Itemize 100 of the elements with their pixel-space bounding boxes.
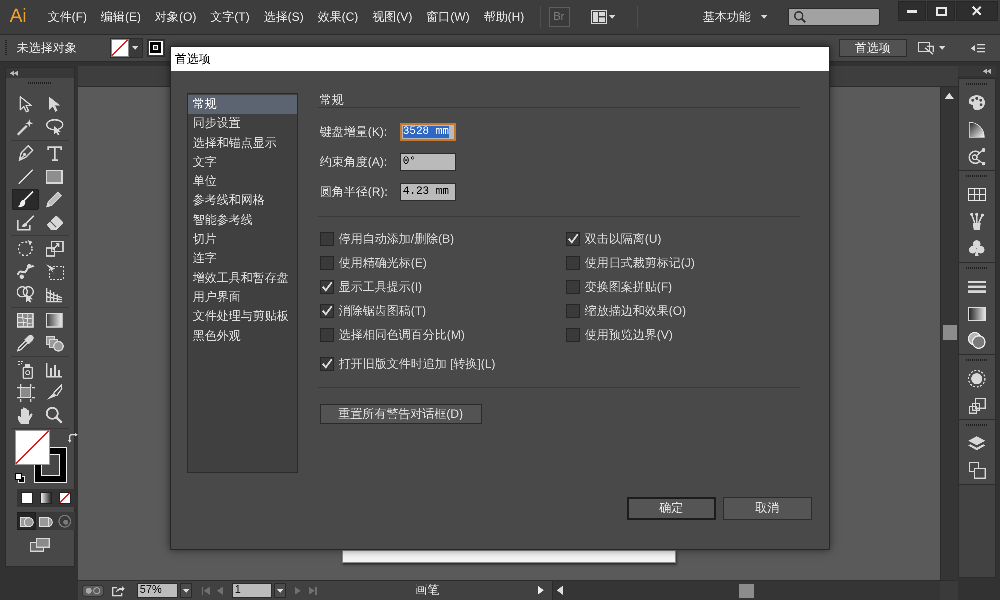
knife-icon (46, 384, 63, 401)
horizontal-scrollbar[interactable] (552, 581, 940, 600)
category-item[interactable]: 切片 (188, 230, 297, 250)
text-field[interactable]: 4.23 mm (400, 183, 456, 201)
text-field[interactable]: 3528 mm (400, 123, 456, 141)
connected-nodes-icon[interactable] (968, 148, 986, 166)
artboard-dropdown-button[interactable] (274, 583, 286, 598)
artboard-number-field[interactable]: 1 (232, 583, 272, 598)
menu-item[interactable]: 文件(F) (40, 8, 94, 26)
artboard-frame-icon (16, 384, 34, 402)
menu-item[interactable]: 选择(S) (256, 8, 311, 26)
checkbox[interactable] (320, 304, 334, 318)
stroke-swatch-button[interactable] (147, 39, 165, 57)
panel-menu-button[interactable] (969, 42, 987, 54)
pen-nib-icon (18, 145, 34, 162)
scroll-thumb[interactable] (739, 584, 754, 598)
toggle-switch-icon[interactable] (82, 584, 104, 596)
gradient-icon[interactable] (968, 306, 986, 320)
fill-stroke-icon[interactable] (15, 430, 67, 483)
eraser-icon (46, 215, 64, 230)
zoom-dropdown-button[interactable] (180, 583, 192, 598)
scroll-up-icon[interactable] (945, 93, 954, 99)
checkbox-label: 选择相同色调百分比(M) (339, 328, 465, 342)
reset-warnings-button[interactable]: 重置所有警告对话框(D) (320, 404, 482, 424)
search-field[interactable] (788, 8, 880, 26)
isolation-mode-button[interactable] (915, 40, 949, 56)
field-label: 键盘增量(K): (320, 124, 388, 139)
category-item[interactable]: 同步设置 (188, 114, 297, 134)
maximize-button[interactable] (927, 1, 955, 21)
scroll-left-icon[interactable] (557, 586, 563, 595)
close-button[interactable] (956, 1, 998, 21)
category-item[interactable]: 常规 (188, 95, 297, 114)
category-item[interactable]: 参考线和网格 (188, 191, 297, 211)
category-item[interactable]: 连字 (188, 249, 297, 269)
minimize-button[interactable] (898, 1, 926, 21)
menu-item[interactable]: 帮助(H) (476, 8, 532, 26)
eyedropper-icon (17, 335, 34, 352)
dashed-ring-icon[interactable] (968, 370, 986, 388)
category-item[interactable]: 文件处理与剪贴板 (188, 307, 297, 327)
menu-item[interactable]: 对象(O) (148, 8, 204, 26)
section-title: 常规 (320, 93, 344, 107)
category-item[interactable]: 增效工具和暂存盘 (188, 268, 297, 288)
category-item[interactable]: 黑色外观 (188, 326, 297, 346)
checkbox[interactable] (566, 280, 580, 294)
checkbox[interactable] (320, 256, 334, 270)
menu-item[interactable]: 视图(V) (366, 8, 420, 26)
overlapping-circles-icon[interactable] (968, 332, 986, 349)
category-item[interactable]: 选择和锚点显示 (188, 134, 297, 153)
maximize-icon (936, 6, 946, 16)
menu-item[interactable]: 文字(T) (204, 8, 257, 26)
menu-item[interactable]: 效果(C) (310, 8, 366, 26)
stroke-lines-icon[interactable] (968, 280, 986, 292)
palette-icon[interactable] (968, 94, 986, 110)
draw-mode-button[interactable] (17, 512, 36, 530)
field-label: 约束角度(A): (320, 154, 388, 169)
none-swatch-icon[interactable] (59, 492, 72, 504)
collapse-icon[interactable] (10, 70, 18, 76)
layers-icon[interactable] (968, 436, 986, 452)
workspace-switcher[interactable]: 基本功能 (703, 10, 768, 24)
checkbox[interactable] (566, 304, 580, 318)
gradient-quarter-icon[interactable] (969, 122, 985, 138)
export-icon[interactable] (112, 584, 125, 596)
zoom-field[interactable]: 57% (137, 583, 178, 598)
screen-mode-icon[interactable] (30, 538, 50, 552)
stacked-squares-icon[interactable] (968, 398, 986, 414)
status-menu-arrow-icon[interactable] (538, 586, 544, 595)
diagonal-line-icon (18, 168, 34, 184)
gradient-swatch-icon[interactable] (40, 492, 52, 504)
menu-item[interactable]: 窗口(W) (420, 8, 477, 26)
category-item[interactable]: 智能参考线 (188, 210, 297, 230)
checkbox[interactable] (566, 232, 580, 246)
dialog-button[interactable]: 确定 (627, 497, 716, 520)
checkbox-label: 打开旧版文件时追加 [转换](L) (339, 356, 496, 372)
category-item[interactable]: 用户界面 (188, 288, 297, 308)
color-swatch-icon[interactable] (20, 492, 33, 504)
collapse-icon[interactable] (983, 68, 991, 74)
close-icon (972, 6, 982, 16)
menu-item[interactable]: 编辑(E) (94, 8, 148, 26)
category-item[interactable]: 单位 (188, 172, 297, 192)
panel-menu-icon (971, 44, 985, 52)
brushes-in-cup-icon[interactable] (969, 212, 985, 230)
checkbox[interactable] (320, 328, 334, 342)
fill-swatch-button[interactable] (110, 38, 143, 58)
checkbox[interactable] (566, 328, 580, 342)
category-item[interactable]: 文字 (188, 152, 297, 172)
club-icon[interactable] (969, 240, 985, 257)
swap-arrows-icon[interactable] (68, 433, 78, 443)
checkbox[interactable] (320, 232, 334, 246)
preferences-button[interactable]: 首选项 (839, 39, 907, 57)
overlapping-rectangles-icon[interactable] (968, 462, 986, 479)
checkbox[interactable] (566, 256, 580, 270)
dialog-button[interactable]: 取消 (723, 497, 812, 520)
search-icon (794, 11, 806, 23)
paintbrush-tool[interactable] (12, 189, 39, 210)
checkbox[interactable] (320, 357, 334, 371)
vertical-scrollbar[interactable] (940, 87, 958, 580)
scroll-thumb[interactable] (942, 325, 956, 340)
text-field[interactable]: 0° (400, 153, 456, 171)
checkbox[interactable] (320, 280, 334, 294)
swatch-grid-icon[interactable] (968, 188, 986, 201)
